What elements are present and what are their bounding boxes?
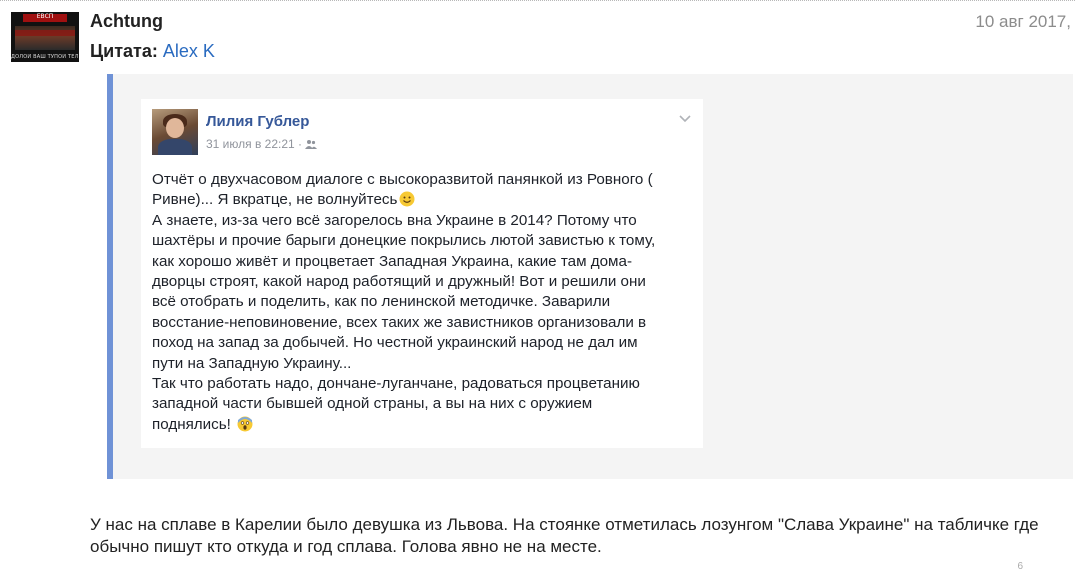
fb-post-text: Отчёт о двухчасовом диалоге с высокоразв… [152,170,697,435]
post-author[interactable]: Achtung [90,11,163,32]
corner-mark: 6 [1017,561,1023,572]
facebook-post-screenshot: Лилия Гублер 31 июля в 22:21 · Отчёт о д… [141,99,703,448]
chevron-down-icon [679,115,691,123]
avatar-header-text: ЕВСП [36,13,54,20]
post-separator [0,0,1075,1]
fb-author-avatar [152,109,198,155]
smile-emoji-icon [399,191,415,207]
post-date[interactable]: 10 авг 2017, [975,12,1071,32]
fb-post-time-text: 31 июля в 22:21 · [206,137,303,151]
fb-paragraph-3: Так что работать надо, дончане-луганчане… [152,375,640,433]
quote-label: Цитата: [90,41,158,61]
reply-text: У нас на сплаве в Карелии было девушка и… [90,515,1039,556]
fb-author-name: Лилия Гублер [206,113,310,130]
friends-icon [305,140,318,149]
quote-header: Цитата: Alex K [90,41,215,62]
fb-paragraph-2: А знаете, из-за чего всё загорелось вна … [152,211,656,372]
quote-author-link[interactable]: Alex K [163,41,215,61]
scream-emoji-icon [237,416,253,432]
fb-post-time: 31 июля в 22:21 · [206,137,318,151]
avatar-caption: ДОЛОЙ ВАШ ТУПОЙ ТЕЛЕК [11,54,79,60]
avatar-strip [15,30,75,36]
avatar[interactable]: ЕВСП ДОЛОЙ ВАШ ТУПОЙ ТЕЛЕК [11,12,79,62]
